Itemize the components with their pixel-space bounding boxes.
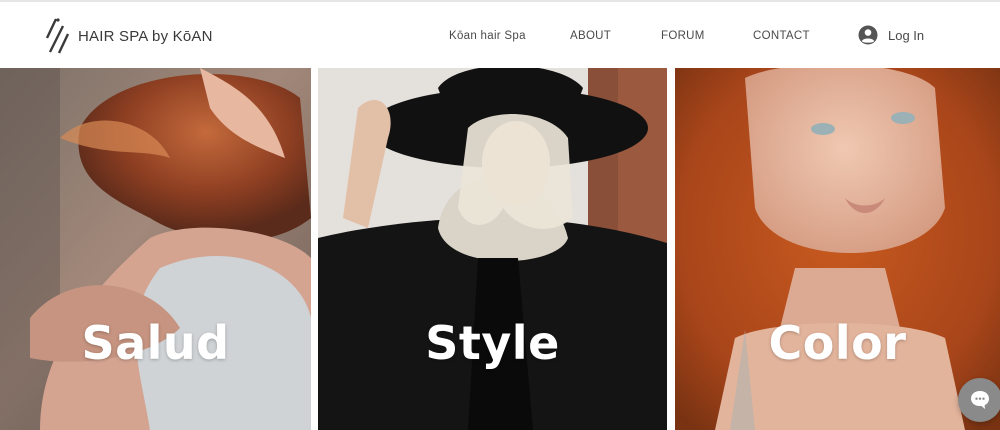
salud-photo <box>0 68 311 430</box>
panel-title-salud: Salud <box>81 316 230 370</box>
panel-salud[interactable]: Salud <box>0 68 311 430</box>
user-avatar-icon <box>858 25 878 45</box>
panel-title-color: Color <box>768 316 907 370</box>
login-button[interactable]: Log In <box>858 25 924 45</box>
brand-name[interactable]: HAIR SPA by KōAN <box>78 28 213 45</box>
panel-title-style: Style <box>425 316 560 370</box>
nav-item-forum[interactable]: FORUM <box>661 30 705 42</box>
chat-bubble-icon <box>971 391 989 409</box>
nav-item-koan-hair-spa[interactable]: Kōan hair Spa <box>449 30 526 42</box>
style-photo <box>318 68 667 430</box>
color-photo <box>675 68 1000 430</box>
nav-item-contact[interactable]: CONTACT <box>753 30 810 42</box>
chat-button[interactable] <box>958 378 1000 422</box>
slashes-logo-icon[interactable] <box>44 16 70 56</box>
site-header: HAIR SPA by KōAN Kōan hair Spa ABOUT FOR… <box>0 0 1000 68</box>
panel-color[interactable]: Color <box>675 68 1000 430</box>
panel-style[interactable]: Style <box>318 68 667 430</box>
login-label: Log In <box>888 27 925 43</box>
nav-item-about[interactable]: ABOUT <box>570 30 611 42</box>
